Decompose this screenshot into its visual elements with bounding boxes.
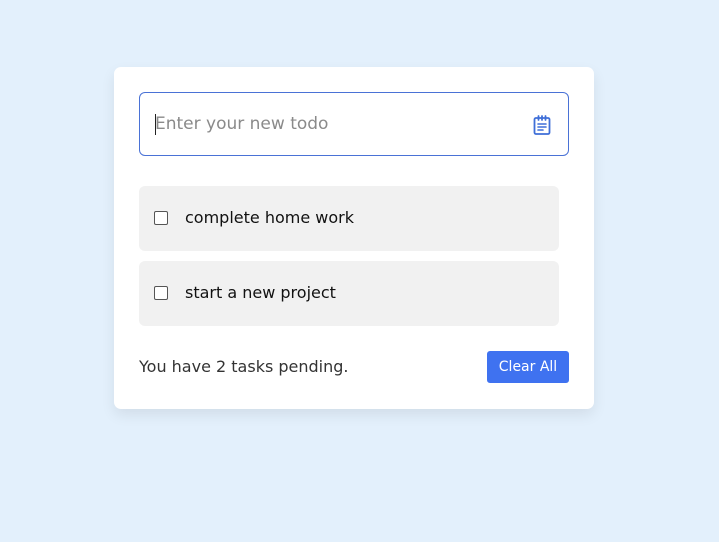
- task-item[interactable]: start a new project: [139, 261, 559, 326]
- text-caret: [155, 114, 156, 135]
- task-checkbox[interactable]: [154, 286, 168, 300]
- task-label: start a new project: [185, 283, 336, 302]
- task-checkbox[interactable]: [154, 211, 168, 225]
- todo-input[interactable]: [140, 93, 510, 155]
- clear-all-button[interactable]: Clear All: [487, 351, 569, 383]
- pending-count-text: You have 2 tasks pending.: [139, 357, 349, 376]
- task-item[interactable]: complete home work: [139, 186, 559, 251]
- task-label: complete home work: [185, 208, 354, 227]
- todo-input-wrapper[interactable]: [139, 92, 569, 156]
- todo-card: complete home work start a new project Y…: [114, 67, 594, 409]
- notepad-icon[interactable]: [532, 115, 552, 135]
